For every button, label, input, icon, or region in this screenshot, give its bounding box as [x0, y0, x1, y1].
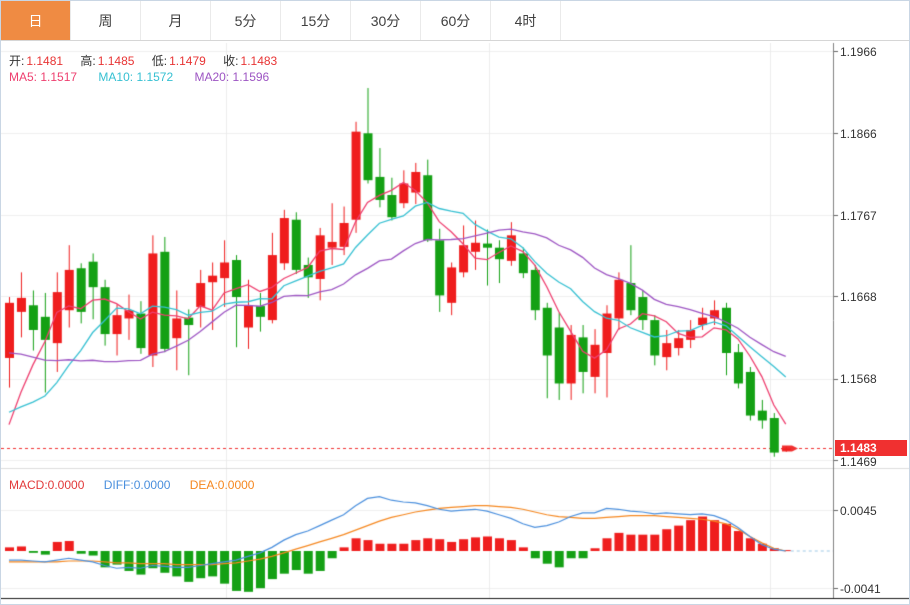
tab-15min[interactable]: 15分	[281, 1, 351, 40]
y-tick-1-1469: 1.1469	[840, 455, 877, 469]
tab-30min[interactable]: 30分	[351, 1, 421, 40]
y-tick-1-1966: 1.1966	[840, 45, 877, 59]
candlestick-macd-canvas[interactable]	[1, 41, 909, 604]
current-price-badge: 1.1483	[835, 440, 907, 456]
high-label: 高:	[80, 54, 95, 68]
macd-value: 0.0000	[48, 478, 85, 492]
tab-week[interactable]: 周	[71, 1, 141, 40]
diff-label: DIFF:	[104, 478, 134, 492]
ma20-label: MA20:	[194, 70, 229, 84]
macd-tick-pos: 0.0045	[840, 504, 877, 518]
ma10-label: MA10:	[98, 70, 133, 84]
chart-area: 开:1.1481 高:1.1485 低:1.1479 收:1.1483 MA5:…	[1, 41, 909, 604]
chart-window: 日 周 月 5分 15分 30分 60分 4时 开:1.1481 高:1.148…	[0, 0, 910, 605]
high-value: 1.1485	[98, 54, 135, 68]
tab-bar-filler	[561, 1, 909, 40]
tab-day[interactable]: 日	[1, 1, 71, 40]
macd-label: MACD:	[9, 478, 48, 492]
diff-value: 0.0000	[134, 478, 171, 492]
ma5-label: MA5:	[9, 70, 37, 84]
y-tick-1-1568: 1.1568	[840, 372, 877, 386]
y-tick-1-1866: 1.1866	[840, 127, 877, 141]
close-label: 收:	[223, 54, 238, 68]
tab-60min[interactable]: 60分	[421, 1, 491, 40]
y-tick-1-1668: 1.1668	[840, 290, 877, 304]
ma20-value: 1.1596	[233, 70, 270, 84]
ohlc-readout: 开:1.1481 高:1.1485 低:1.1479 收:1.1483	[9, 52, 291, 69]
macd-tick-neg: -0.0041	[840, 582, 881, 596]
y-tick-1-1767: 1.1767	[840, 209, 877, 223]
dea-label: DEA:	[190, 478, 218, 492]
dea-value: 0.0000	[218, 478, 255, 492]
tab-5min[interactable]: 5分	[211, 1, 281, 40]
ma5-value: 1.1517	[40, 70, 77, 84]
open-value: 1.1481	[26, 54, 63, 68]
low-label: 低:	[152, 54, 167, 68]
low-value: 1.1479	[169, 54, 206, 68]
macd-readout: MACD:0.0000 DIFF:0.0000 DEA:0.0000	[9, 478, 254, 492]
ma-readout: MA5: 1.1517 MA10: 1.1572 MA20: 1.1596	[9, 70, 269, 84]
timeframe-tab-bar: 日 周 月 5分 15分 30分 60分 4时	[1, 1, 909, 41]
ma10-value: 1.1572	[136, 70, 173, 84]
open-label: 开:	[9, 54, 24, 68]
close-value: 1.1483	[241, 54, 278, 68]
tab-month[interactable]: 月	[141, 1, 211, 40]
tab-4hour[interactable]: 4时	[491, 1, 561, 40]
